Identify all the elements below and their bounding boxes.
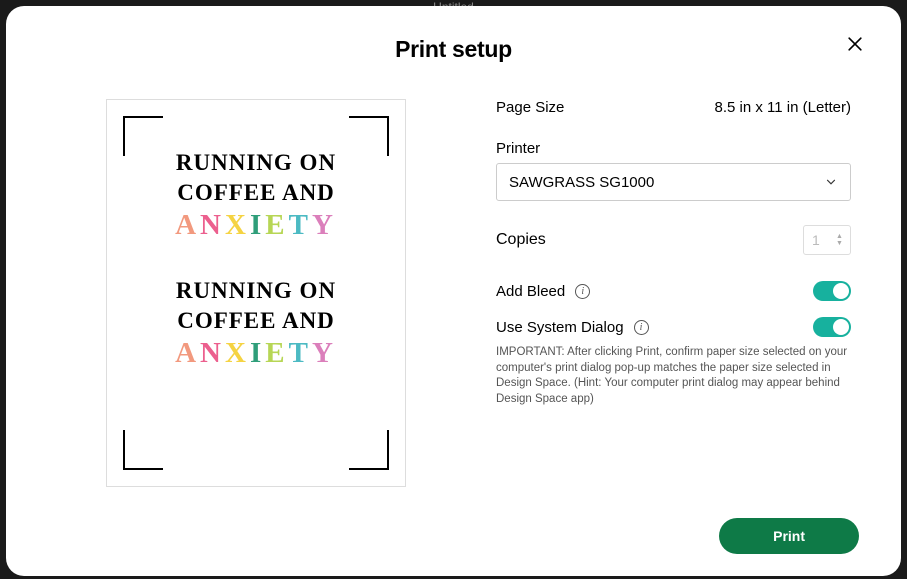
system-dialog-hint: IMPORTANT: After clicking Print, confirm…	[496, 345, 851, 407]
copies-row: Copies 1 ▲ ▼	[496, 225, 851, 255]
crop-mark-icon	[349, 116, 389, 156]
stepper-down-icon[interactable]: ▼	[836, 240, 848, 247]
add-bleed-label: Add Bleed	[496, 283, 565, 300]
close-icon	[845, 34, 865, 54]
printer-select[interactable]: SAWGRASS SG1000	[496, 163, 851, 201]
system-dialog-row: Use System Dialog i	[496, 317, 851, 337]
design-text: COFFEE AND	[129, 310, 383, 332]
print-setup-modal: Print setup RUNNING ON COFFEE AND ANXIET…	[6, 6, 901, 576]
system-dialog-toggle[interactable]	[813, 317, 851, 337]
stepper-up-icon[interactable]: ▲	[836, 233, 848, 240]
printer-label: Printer	[496, 140, 851, 157]
printer-selected-value: SAWGRASS SG1000	[509, 174, 654, 191]
add-bleed-toggle[interactable]	[813, 281, 851, 301]
modal-content: RUNNING ON COFFEE AND ANXIETY RUNNING ON…	[48, 99, 859, 518]
copies-value: 1	[812, 232, 820, 248]
page-size-value: 8.5 in x 11 in (Letter)	[715, 99, 851, 116]
design-instance: RUNNING ON COFFEE AND ANXIETY	[129, 280, 383, 366]
page-size-label: Page Size	[496, 99, 564, 116]
print-button[interactable]: Print	[719, 518, 859, 554]
page-size-row: Page Size 8.5 in x 11 in (Letter)	[496, 99, 851, 116]
design-text: ANXIETY	[129, 340, 383, 366]
system-dialog-label: Use System Dialog	[496, 319, 624, 336]
design-text: COFFEE AND	[129, 182, 383, 204]
printer-block: Printer SAWGRASS SG1000	[496, 140, 851, 201]
add-bleed-row: Add Bleed i	[496, 281, 851, 301]
chevron-down-icon	[824, 175, 838, 189]
design-instance: RUNNING ON COFFEE AND ANXIETY	[129, 152, 383, 238]
modal-footer: Print	[48, 518, 859, 554]
design-text: RUNNING ON	[129, 280, 383, 302]
close-button[interactable]	[845, 34, 869, 58]
crop-mark-icon	[349, 430, 389, 470]
copies-input[interactable]: 1 ▲ ▼	[803, 225, 851, 255]
design-text: RUNNING ON	[129, 152, 383, 174]
settings-panel: Page Size 8.5 in x 11 in (Letter) Printe…	[496, 99, 859, 518]
info-icon[interactable]: i	[575, 284, 590, 299]
copies-stepper[interactable]: ▲ ▼	[836, 226, 848, 254]
info-icon[interactable]: i	[634, 320, 649, 335]
print-preview: RUNNING ON COFFEE AND ANXIETY RUNNING ON…	[106, 99, 406, 487]
modal-title: Print setup	[48, 36, 859, 63]
design-text: ANXIETY	[129, 212, 383, 238]
copies-label: Copies	[496, 231, 546, 249]
crop-mark-icon	[123, 116, 163, 156]
crop-mark-icon	[123, 430, 163, 470]
